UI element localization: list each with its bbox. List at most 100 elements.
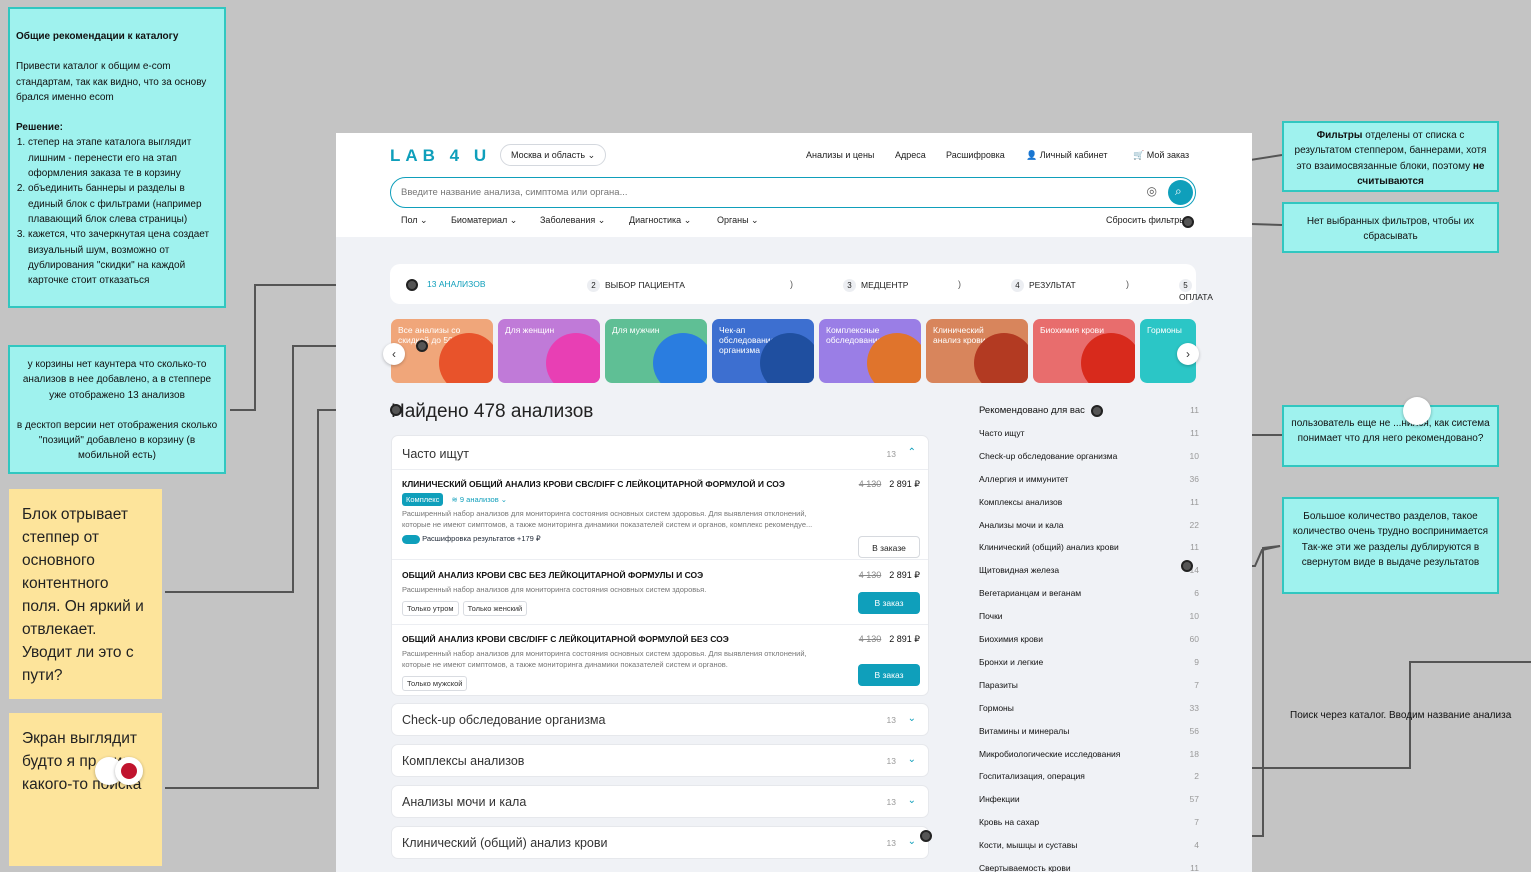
- sidebar-item-label: Комплексы анализов: [979, 496, 1063, 507]
- city-select[interactable]: Москва и область ⌄: [500, 144, 607, 166]
- search-catalog-note: Поиск через каталог. Вводим название ана…: [1290, 710, 1512, 721]
- sidebar-item[interactable]: Щитовидная железа 14: [979, 565, 1199, 575]
- sidebar-item[interactable]: Микробиологические исследования 18: [979, 749, 1199, 759]
- camera-icon[interactable]: ◎: [1147, 184, 1157, 198]
- sidebar-item[interactable]: Клинический (общий) анализ крови 11: [979, 542, 1199, 552]
- decoding-toggle[interactable]: [402, 534, 420, 544]
- carousel-prev-button[interactable]: ‹: [383, 343, 405, 365]
- annotation-dot: [1091, 405, 1103, 417]
- sidebar-item-label: Аллергия и иммунитет: [979, 473, 1069, 484]
- nav-order[interactable]: 🛒 Мой заказ: [1133, 150, 1189, 161]
- sidebar-item-count: 4: [1194, 840, 1199, 851]
- nav-account-label: Личный кабинет: [1039, 150, 1108, 160]
- filter-organs[interactable]: Органы ⌄: [717, 215, 759, 226]
- step-1[interactable]: 13 анализов: [427, 279, 486, 289]
- sidebar-item[interactable]: Вегетарианцам и веганам 6: [979, 588, 1199, 598]
- order-stepper: 13 анализов ) 2 Выбор пациента ) 3 Медцент…: [390, 264, 1213, 304]
- sidebar-item-label: Анализы мочи и кала: [979, 519, 1064, 530]
- step-4[interactable]: 4 Результат: [1011, 279, 1076, 292]
- annotation-dot: [406, 279, 418, 291]
- banner-checkup[interactable]: Чек-ап обследование организма: [712, 319, 814, 383]
- sidebar-item[interactable]: Кровь на сахар 7: [979, 817, 1199, 827]
- analysis-title[interactable]: Общий анализ крови CBC без лейкоцитарной…: [402, 570, 922, 580]
- sidebar-item[interactable]: Анализы мочи и кала 22: [979, 520, 1199, 530]
- chevron-right-icon: ): [790, 279, 793, 289]
- sidebar-item-count: 11: [1190, 496, 1199, 507]
- nav-addresses[interactable]: Адреса: [895, 150, 926, 160]
- sidebar-item-count: 2: [1194, 771, 1199, 782]
- nav-decoding[interactable]: Расшифровка: [946, 150, 1005, 160]
- nav-analyses[interactable]: Анализы и цены: [806, 150, 874, 160]
- banner-men[interactable]: Для мужчин: [605, 319, 707, 383]
- step-number: 2: [587, 279, 600, 292]
- analysis-title[interactable]: Клинический общий анализ крови CBC/DIFF …: [402, 479, 922, 489]
- sidebar-item-count: 11: [1190, 542, 1199, 553]
- sticky-note-search: Экран выглядит будто я пр... из какого-т…: [9, 713, 162, 866]
- sidebar-item[interactable]: Аллергия и иммунитет 36: [979, 474, 1199, 484]
- divider: [392, 469, 928, 470]
- header: LAB 4 U Москва и область ⌄ Анализы и цен…: [336, 133, 1252, 237]
- banner-blood[interactable]: Клинический анализ крови: [926, 319, 1028, 383]
- chevron-up-icon[interactable]: ⌃: [908, 447, 916, 458]
- female-symbol-icon: [546, 333, 600, 383]
- step-3[interactable]: 3 Медцентр: [843, 279, 908, 292]
- analysis-title[interactable]: Общий анализ крови CBC/DIFF с лейкоцитар…: [402, 634, 922, 644]
- sidebar-item-count: 22: [1189, 519, 1199, 530]
- sidebar-item-label: Гормоны: [979, 702, 1014, 713]
- tag: Только утром: [402, 601, 459, 616]
- add-to-order-button[interactable]: В заказ: [858, 592, 920, 614]
- step-label: Оплата: [1179, 292, 1213, 302]
- user-icon: 👤: [1026, 150, 1038, 160]
- collapsed-section[interactable]: Комплексы анализов 13 ⌄: [391, 744, 929, 777]
- filter-diseases[interactable]: Заболевания ⌄: [540, 215, 605, 226]
- banner-biochem[interactable]: Биохимия крови: [1033, 319, 1135, 383]
- chevron-down-icon: ⌄: [907, 754, 916, 765]
- sidebar-item[interactable]: Комплексы анализов 11: [979, 497, 1199, 507]
- sidebar-item[interactable]: Госпитализация, операция 2: [979, 771, 1199, 781]
- banner-complex[interactable]: Комплексные обследования: [819, 319, 921, 383]
- sidebar-item[interactable]: Биохимия крови 60: [979, 634, 1199, 644]
- collapsed-section[interactable]: Клинический (общий) анализ крови 13 ⌄: [391, 826, 929, 859]
- sections-note: Большое количество разделов, такое колич…: [1282, 497, 1499, 594]
- nav-account[interactable]: 👤 Личный кабинет: [1026, 150, 1107, 161]
- section-title[interactable]: Часто ищут: [402, 447, 469, 461]
- banner-women[interactable]: Для женщин: [498, 319, 600, 383]
- sidebar-item[interactable]: Витамины и минералы 56: [979, 726, 1199, 736]
- new-price: 2 891 ₽: [889, 634, 920, 644]
- collapsed-section[interactable]: Анализы мочи и кала 13 ⌄: [391, 785, 929, 818]
- city-label: Москва и область: [511, 150, 586, 160]
- filter-diagnostics[interactable]: Диагностика ⌄: [629, 215, 691, 226]
- sidebar-item[interactable]: Инфекции 57: [979, 794, 1199, 804]
- in-order-button[interactable]: В заказе: [858, 536, 920, 558]
- sidebar-item[interactable]: Кости, мышцы и суставы 4: [979, 840, 1199, 850]
- sidebar-item[interactable]: Паразиты 7: [979, 680, 1199, 690]
- step-2[interactable]: 2 Выбор пациента: [587, 279, 685, 292]
- filter-label: Диагностика: [629, 215, 682, 225]
- sidebar-item-count: 36: [1189, 473, 1199, 484]
- carousel-next-button[interactable]: ›: [1177, 343, 1199, 365]
- old-price: 4 130: [858, 479, 882, 489]
- sidebar-item[interactable]: Почки 10: [979, 611, 1199, 621]
- section-count: 13: [886, 838, 896, 848]
- chevron-down-icon: ⌄: [587, 150, 596, 160]
- add-to-order-button[interactable]: В заказ: [858, 664, 920, 686]
- step-5[interactable]: 5Оплата: [1179, 279, 1213, 302]
- filter-biomaterial[interactable]: Биоматериал ⌄: [451, 215, 517, 226]
- collapsed-section[interactable]: Check-up обследование организма 13 ⌄: [391, 703, 929, 736]
- sidebar-item-count: 10: [1189, 611, 1199, 622]
- logo[interactable]: LAB 4 U: [390, 146, 491, 166]
- sidebar-item[interactable]: Часто ищут 11: [979, 428, 1199, 438]
- sidebar-item[interactable]: Бронхи и легкие 9: [979, 657, 1199, 667]
- banner-sale[interactable]: Все анализы со скидкой до 50%: [391, 319, 493, 383]
- sidebar-heading[interactable]: Рекомендовано для вас 11: [979, 405, 1199, 416]
- sidebar-item-label: Клинический (общий) анализ крови: [979, 542, 1119, 553]
- reset-filters-link[interactable]: Сбросить фильтры: [1106, 215, 1186, 225]
- search-input[interactable]: Введите название анализа, симптома или о…: [401, 187, 628, 198]
- sidebar-item[interactable]: Check-up обследование организма 10: [979, 451, 1199, 461]
- search-button[interactable]: ⌕: [1168, 180, 1193, 205]
- sidebar-item[interactable]: Гормоны 33: [979, 703, 1199, 713]
- filter-sex[interactable]: Пол ⌄: [401, 215, 428, 226]
- sidebar-item[interactable]: Свертываемость крови 11: [979, 863, 1199, 872]
- sub-analyses-link[interactable]: ≋ 9 анализов ⌄: [452, 495, 508, 504]
- analysis-description: Расширенный набор анализов для мониторин…: [402, 649, 807, 669]
